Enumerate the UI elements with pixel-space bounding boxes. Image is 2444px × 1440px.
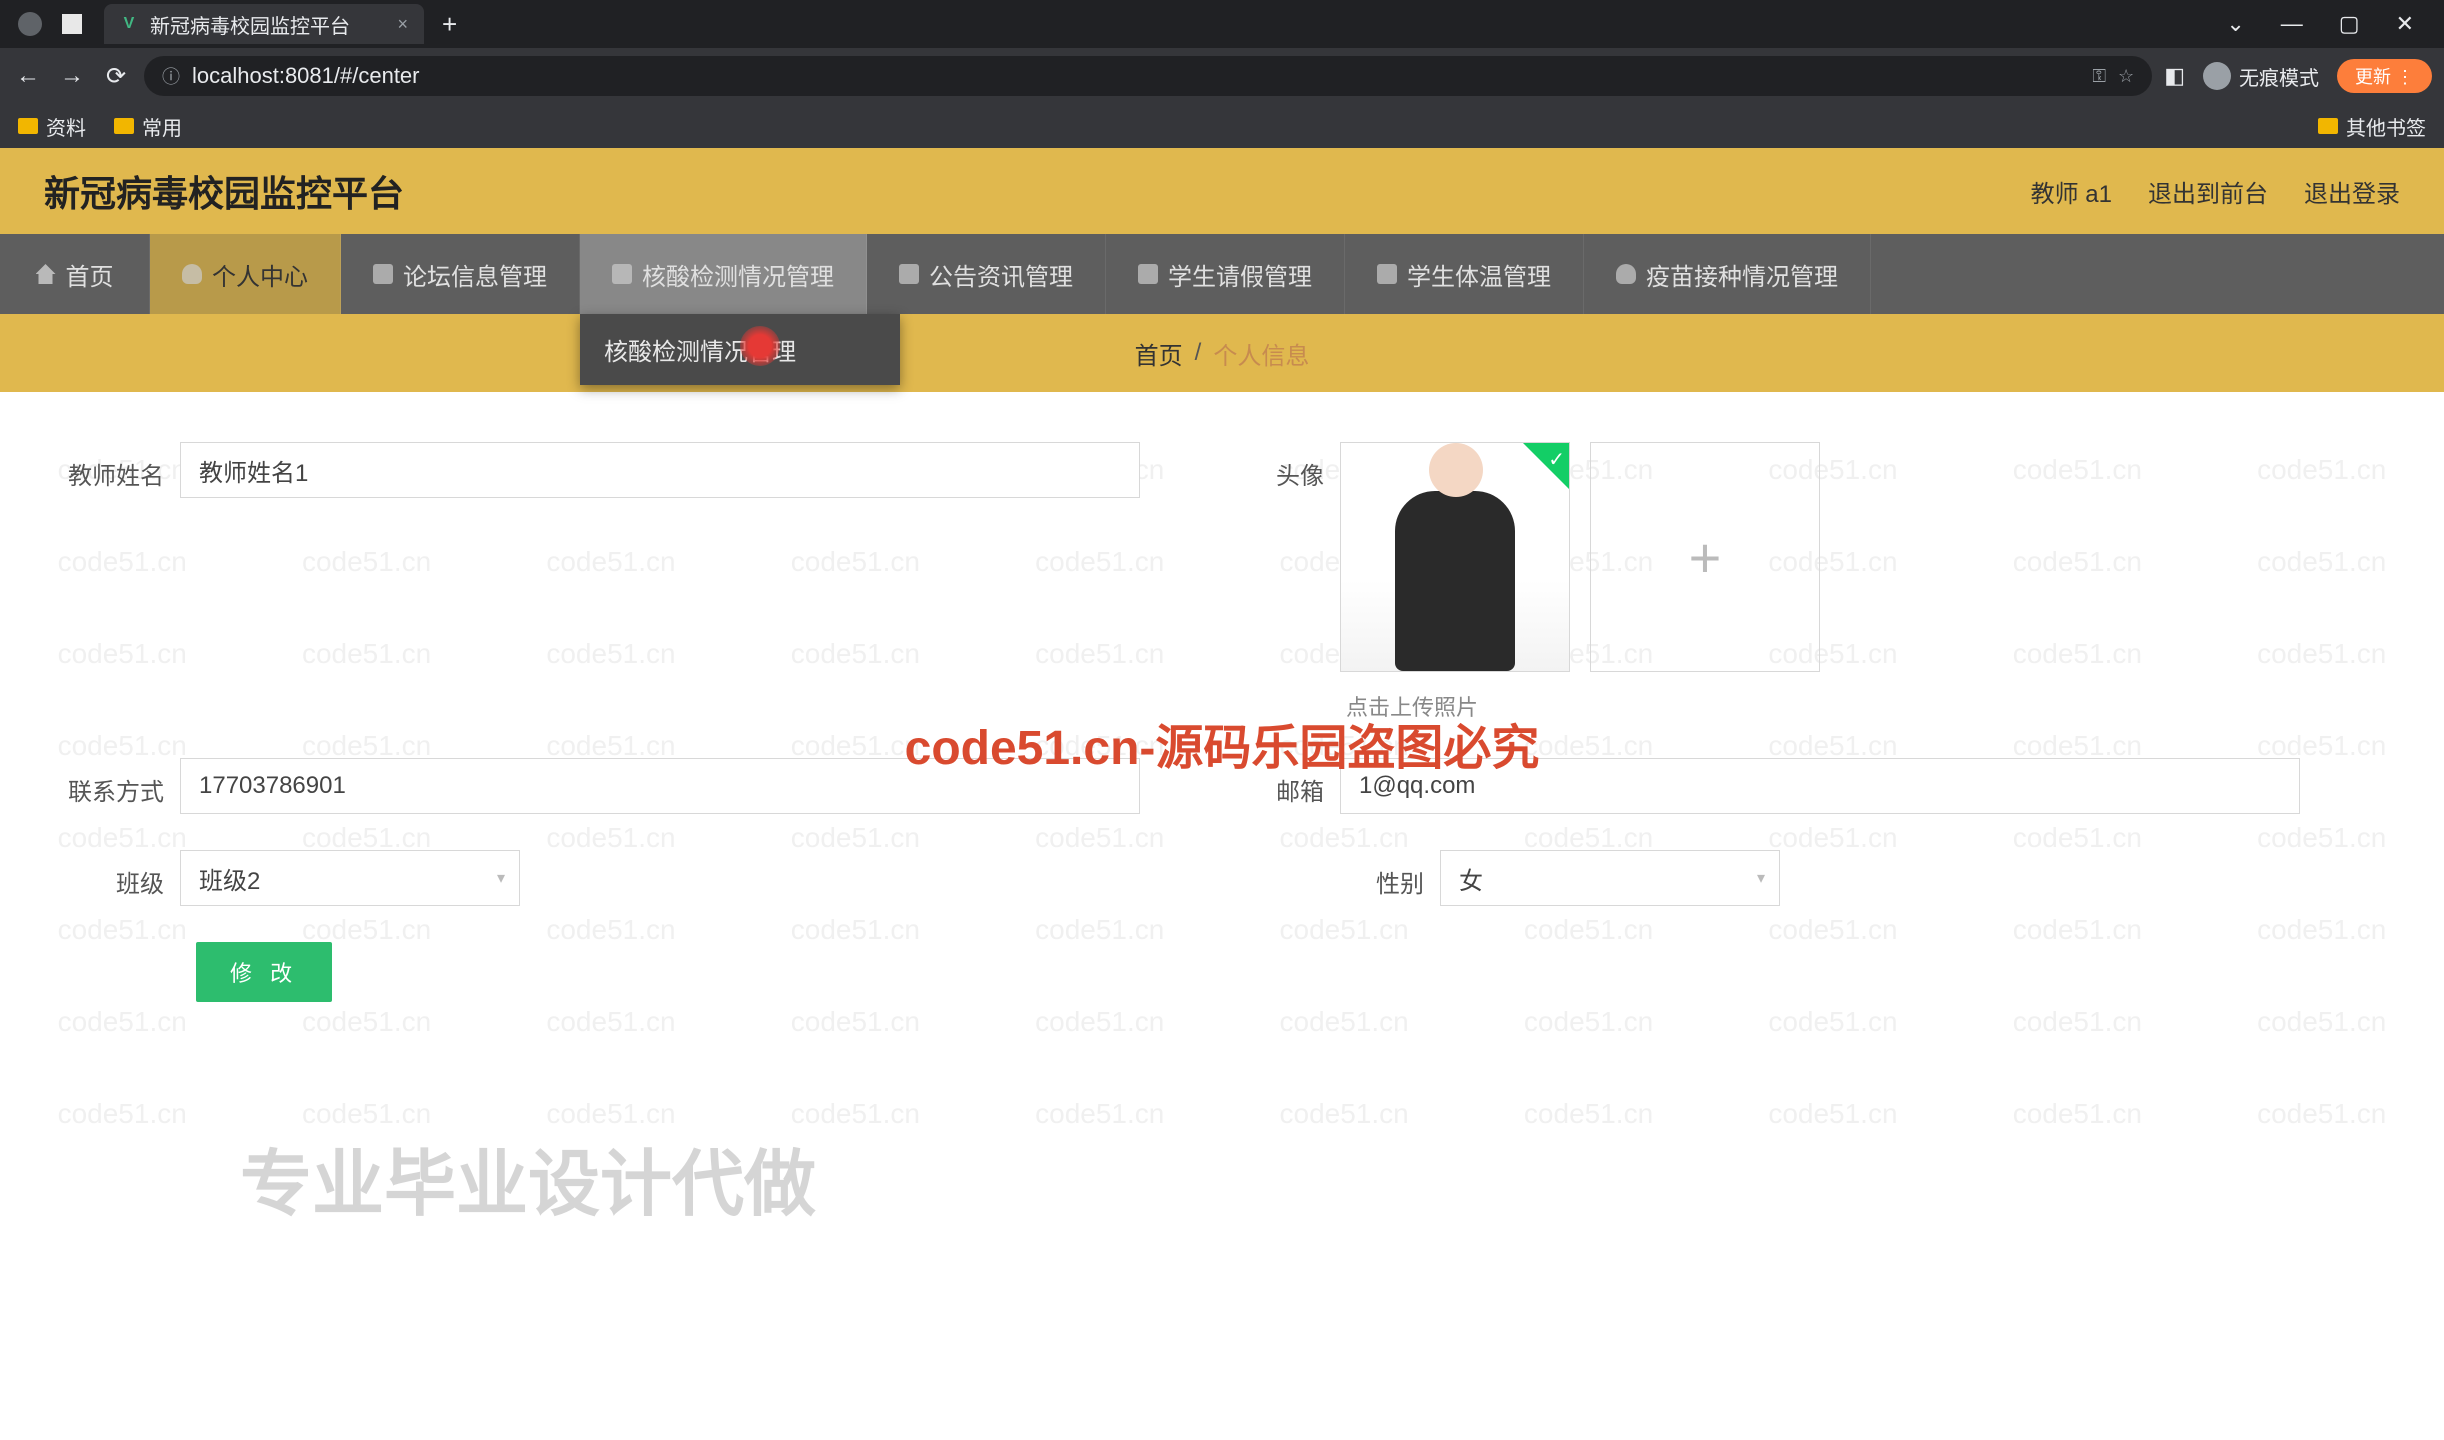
incognito-badge: 无痕模式 (2203, 62, 2319, 91)
incognito-label: 无痕模式 (2239, 62, 2319, 91)
nav-nucleic-test[interactable]: 核酸检测情况管理 核酸检测情况管理 (580, 234, 867, 314)
new-tab-button[interactable]: + (442, 9, 457, 40)
breadcrumb: 首页 / 个人信息 (0, 314, 2444, 392)
bookmark-item[interactable]: 常用 (114, 112, 182, 141)
breadcrumb-current: 个人信息 (1213, 336, 1309, 371)
browser-tab[interactable]: V 新冠病毒校园监控平台 × (104, 4, 424, 44)
nav-forum[interactable]: 论坛信息管理 (341, 234, 580, 314)
close-icon[interactable]: × (397, 14, 408, 35)
extensions-icon[interactable]: ◧ (2164, 63, 2185, 89)
breadcrumb-sep: / (1195, 339, 1202, 367)
temp-icon (1377, 264, 1397, 284)
maximize-button[interactable]: ▢ (2339, 11, 2360, 37)
plus-icon: + (1689, 525, 1722, 590)
person-icon (182, 264, 202, 284)
dropdown-item[interactable]: 核酸检测情况管理 (604, 332, 876, 367)
avatar-upload-button[interactable]: + (1590, 442, 1820, 672)
class-label: 班级 (40, 850, 180, 899)
nav-profile[interactable]: 个人中心 (150, 234, 341, 314)
notice-icon (899, 264, 919, 284)
star-icon[interactable]: ☆ (2118, 66, 2134, 87)
folder-icon (2318, 118, 2338, 134)
other-bookmarks[interactable]: 其他书签 (2318, 112, 2426, 141)
profile-icon[interactable] (18, 12, 42, 36)
minimize-button[interactable]: — (2281, 11, 2303, 37)
url-input[interactable]: ⓘ localhost:8081/#/center ⚿ ☆ (144, 56, 2152, 96)
teacher-name-input[interactable]: 教师姓名1 (180, 442, 1140, 498)
email-label: 邮箱 (1200, 758, 1340, 807)
key-icon[interactable]: ⚿ (2092, 66, 2106, 87)
profile-form: 教师姓名 教师姓名1 头像 + (0, 392, 2444, 1052)
browser-tab-strip: V 新冠病毒校园监控平台 × + ⌄ — ▢ ✕ (0, 0, 2444, 48)
logout-front-link[interactable]: 退出到前台 (2148, 174, 2268, 209)
nav-home[interactable]: 首页 (0, 234, 150, 314)
leave-icon (1138, 264, 1158, 284)
list-icon (373, 264, 393, 284)
forward-button[interactable]: → (56, 62, 88, 90)
user-label[interactable]: 教师 a1 (2031, 174, 2112, 209)
gender-label: 性别 (1300, 850, 1440, 899)
site-title: 新冠病毒校园监控平台 (44, 165, 404, 217)
email-input[interactable]: 1@qq.com (1340, 758, 2300, 814)
nav-dropdown: 核酸检测情况管理 (580, 314, 900, 385)
bookmark-item[interactable]: 资料 (18, 112, 86, 141)
class-select[interactable]: 班级2 ▾ (180, 850, 520, 906)
back-button[interactable]: ← (12, 62, 44, 90)
vue-favicon-icon: V (120, 15, 138, 33)
incognito-icon (2203, 62, 2231, 90)
url-text: localhost:8081/#/center (192, 63, 2080, 89)
phone-input[interactable]: 17703786901 (180, 758, 1140, 814)
upload-hint: 点击上传照片 (1346, 690, 1820, 722)
nav-notice[interactable]: 公告资讯管理 (867, 234, 1106, 314)
submit-button[interactable]: 修 改 (196, 942, 332, 1002)
site-header: 新冠病毒校园监控平台 教师 a1 退出到前台 退出登录 (0, 148, 2444, 234)
nav-leave[interactable]: 学生请假管理 (1106, 234, 1345, 314)
bookmarks-bar: 资料 常用 其他书签 (0, 104, 2444, 148)
watermark-corner: 专业毕业设计代做 (240, 1125, 816, 1230)
gender-select[interactable]: 女 ▾ (1440, 850, 1780, 906)
teacher-name-label: 教师姓名 (40, 442, 180, 491)
update-button[interactable]: 更新 ⋮ (2337, 59, 2432, 93)
folder-icon (114, 118, 134, 134)
check-icon (1523, 443, 1569, 489)
phone-label: 联系方式 (40, 758, 180, 807)
chevron-down-icon[interactable]: ⌄ (2226, 11, 2244, 37)
chevron-down-icon: ▾ (1757, 868, 1765, 888)
logout-link[interactable]: 退出登录 (2304, 174, 2400, 209)
home-icon (36, 264, 56, 284)
address-bar: ← → ⟳ ⓘ localhost:8081/#/center ⚿ ☆ ◧ 无痕… (0, 48, 2444, 104)
app-icon[interactable] (62, 14, 82, 34)
tab-title: 新冠病毒校园监控平台 (150, 10, 385, 39)
close-window-button[interactable]: ✕ (2396, 11, 2414, 37)
page-content: code51.cncode51.cncode51.cncode51.cncode… (0, 148, 2444, 1440)
breadcrumb-home[interactable]: 首页 (1135, 336, 1183, 371)
nav-temperature[interactable]: 学生体温管理 (1345, 234, 1584, 314)
reload-button[interactable]: ⟳ (100, 62, 132, 91)
chevron-down-icon: ▾ (497, 868, 505, 888)
avatar-label: 头像 (1200, 442, 1340, 491)
nav-vaccine[interactable]: 疫苗接种情况管理 (1584, 234, 1871, 314)
test-icon (612, 264, 632, 284)
folder-icon (18, 118, 38, 134)
info-icon[interactable]: ⓘ (162, 63, 180, 89)
main-nav: 首页 个人中心 论坛信息管理 核酸检测情况管理 核酸检测情况管理 公告资讯管理 … (0, 234, 2444, 314)
avatar-preview[interactable] (1340, 442, 1570, 672)
vaccine-icon (1616, 264, 1636, 284)
